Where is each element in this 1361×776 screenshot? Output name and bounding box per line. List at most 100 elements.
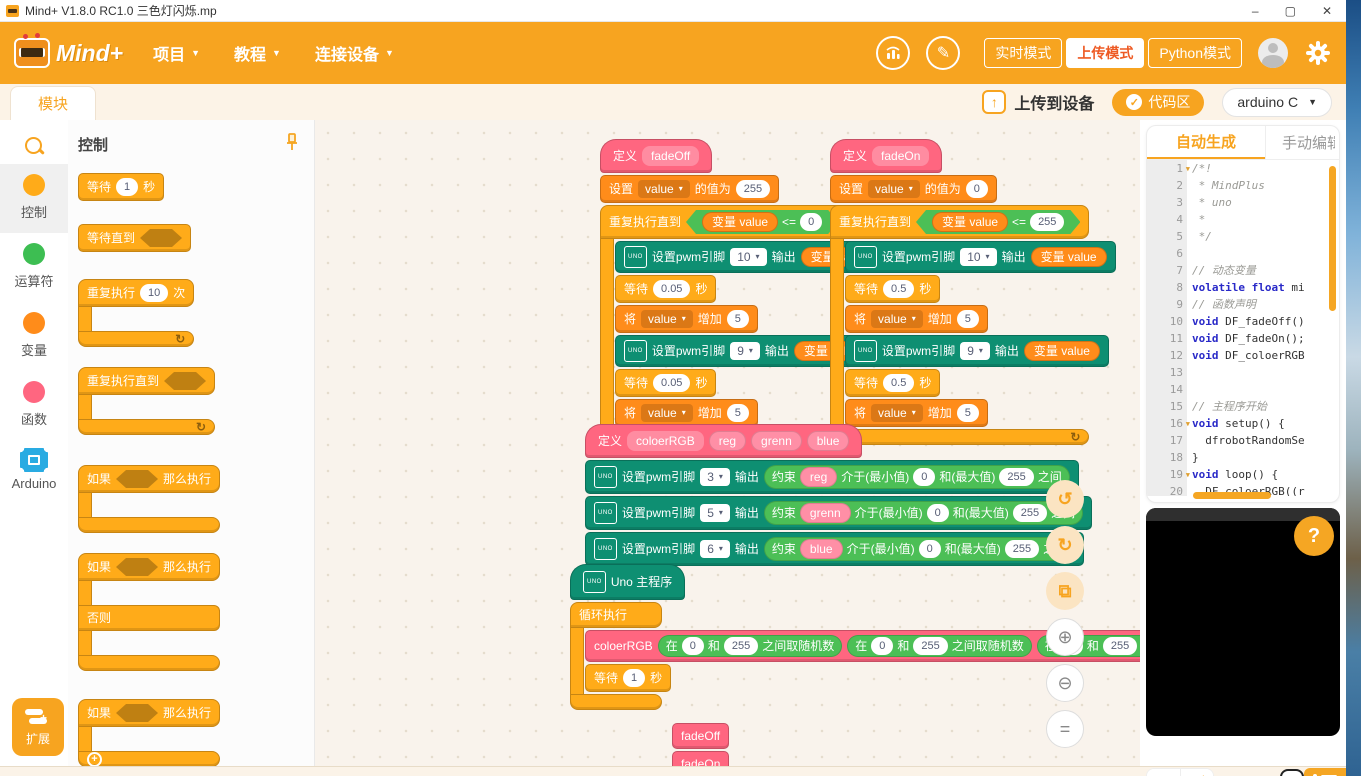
value-input[interactable]: 255: [1013, 504, 1047, 522]
c-block-foot[interactable]: ↻: [78, 331, 194, 347]
tab-manual-edit[interactable]: 手动编辑: [1265, 126, 1335, 159]
c-block-foot[interactable]: ↻: [78, 419, 215, 435]
tab-auto-generate[interactable]: 自动生成: [1147, 126, 1265, 159]
c-block[interactable]: 重复执行10次 ↻: [78, 279, 314, 347]
variable-oval[interactable]: 变量 value: [702, 212, 778, 232]
usb-disconnected-icon[interactable]: [1180, 769, 1213, 776]
value-input[interactable]: 255: [1030, 213, 1064, 231]
dropdown-value[interactable]: value▾: [871, 404, 923, 422]
value-input[interactable]: 255: [1005, 540, 1039, 558]
empty-condition-slot[interactable]: [140, 229, 182, 247]
dropdown-5[interactable]: 5▾: [700, 504, 730, 522]
c-block[interactable]: 如果那么执行 +: [78, 699, 314, 766]
dropdown-10[interactable]: 10▾: [730, 248, 766, 266]
hat-block[interactable]: 定义coloerRGBreggrennblue: [585, 424, 862, 458]
script-stack[interactable]: 定义fadeOn设置value▾的值为0重复执行直到变量 value<=255U…: [830, 138, 1116, 446]
value-input[interactable]: 1: [116, 178, 138, 196]
sidebar-item-variables[interactable]: 变量: [0, 302, 68, 371]
value-input[interactable]: 0: [966, 180, 988, 198]
script-stack[interactable]: 定义coloerRGBreggrennblueUNO设置pwm引脚3▾输出约束r…: [585, 423, 1092, 567]
c-block-head[interactable]: 如果那么执行: [78, 553, 220, 581]
extensions-button[interactable]: + 扩展: [12, 698, 64, 756]
undo-button[interactable]: ↺: [1046, 480, 1084, 518]
hat-block[interactable]: 定义fadeOn: [830, 139, 942, 173]
dropdown-9[interactable]: 9▾: [730, 342, 760, 360]
script-block[interactable]: 等待1秒: [78, 173, 164, 201]
operator-oval[interactable]: 约束reg介于(最小值)0和(最大值)255之间: [764, 465, 1070, 489]
value-input[interactable]: 1: [623, 669, 645, 687]
value-input[interactable]: 0.5: [883, 280, 914, 298]
screenshot-button[interactable]: ⧉: [1046, 572, 1084, 610]
empty-condition-slot[interactable]: [116, 704, 158, 722]
dropdown-value[interactable]: value▾: [641, 310, 693, 328]
dropdown-value[interactable]: value▾: [871, 310, 923, 328]
empty-condition-slot[interactable]: [164, 372, 206, 390]
script-block[interactable]: 等待1秒: [585, 664, 671, 692]
value-input[interactable]: 0.05: [653, 280, 690, 298]
condition-hexagon[interactable]: 变量 value<=0: [686, 210, 838, 234]
add-branch-icon[interactable]: +: [87, 752, 102, 767]
empty-condition-slot[interactable]: [116, 558, 158, 576]
mindplus-logo[interactable]: Mind+: [14, 38, 123, 68]
parameter-oval[interactable]: reg: [800, 467, 837, 487]
dropdown-value[interactable]: value▾: [638, 180, 690, 198]
c-block-head[interactable]: 重复执行10次: [78, 279, 194, 307]
variable-oval[interactable]: 变量 value: [1031, 247, 1107, 267]
help-button[interactable]: ?: [1294, 516, 1334, 556]
script-block[interactable]: fadeOn: [672, 751, 729, 766]
script-stack[interactable]: fadeOff fadeOn: [672, 722, 729, 766]
operator-oval[interactable]: 约束blue介于(最小值)0和(最大值)255之间: [764, 537, 1075, 561]
mode-Python模式[interactable]: Python模式: [1148, 38, 1242, 68]
script-block[interactable]: 等待0.5秒: [845, 275, 940, 303]
script-block[interactable]: 将value▾增加5: [615, 305, 758, 333]
script-block[interactable]: 等待0.05秒: [615, 275, 716, 303]
pin-icon[interactable]: [284, 132, 300, 157]
dropdown-value[interactable]: value▾: [868, 180, 920, 198]
script-block[interactable]: 等待直到: [78, 224, 191, 252]
script-block[interactable]: UNO设置pwm引脚6▾输出约束blue介于(最小值)0和(最大值)255之间: [585, 532, 1084, 566]
c-block-foot[interactable]: [570, 694, 662, 710]
parameter-oval[interactable]: blue: [807, 431, 850, 451]
value-input[interactable]: 255: [1103, 637, 1137, 655]
value-input[interactable]: 5: [957, 404, 979, 422]
horizontal-scrollbar[interactable]: [1193, 492, 1271, 499]
operator-oval[interactable]: 约束grenn介于(最小值)0和(最大值)255之间: [764, 501, 1083, 525]
value-input[interactable]: 10: [140, 284, 168, 302]
tab-modules[interactable]: 模块: [10, 86, 96, 120]
device-list-button[interactable]: [1304, 768, 1346, 776]
menu-项目[interactable]: 项目▼: [153, 41, 200, 65]
c-block-foot[interactable]: [78, 517, 220, 533]
value-input[interactable]: 0: [913, 468, 935, 486]
c-block-head[interactable]: 重复执行直到变量 value<=0: [600, 205, 847, 239]
dropdown-value[interactable]: value▾: [641, 404, 693, 422]
operator-oval[interactable]: 在0和255之间取随机数: [658, 635, 843, 657]
script-block[interactable]: UNO设置pwm引脚9▾输出变量 value: [845, 335, 1109, 367]
hat-block[interactable]: UNOUno 主程序: [570, 564, 685, 600]
vertical-scrollbar[interactable]: [1329, 166, 1336, 311]
c-block[interactable]: 如果那么执行: [78, 465, 314, 533]
theme-paintbrush-icon[interactable]: [1280, 769, 1304, 776]
examples-chart-icon[interactable]: [876, 36, 910, 70]
script-block[interactable]: fadeOff: [672, 723, 729, 749]
dropdown-3[interactable]: 3▾: [700, 468, 730, 486]
menu-连接设备[interactable]: 连接设备▼: [315, 41, 394, 65]
script-block[interactable]: UNO设置pwm引脚3▾输出约束reg介于(最小值)0和(最大值)255之间: [585, 460, 1079, 494]
code-editor[interactable]: 1▼2345678910111213141516▼171819▼2021 /*!…: [1147, 160, 1339, 496]
parameter-oval[interactable]: reg: [709, 431, 746, 451]
script-block[interactable]: 将value▾增加5: [845, 305, 988, 333]
edit-project-icon[interactable]: ✎: [926, 36, 960, 70]
dropdown-6[interactable]: 6▾: [700, 540, 730, 558]
mode-实时模式[interactable]: 实时模式: [984, 38, 1062, 68]
fold-arrow-icon[interactable]: ▼: [1186, 416, 1190, 433]
zoom-out-button[interactable]: ⊖: [1046, 664, 1084, 702]
c-block[interactable]: 重复执行直到变量 value<=255UNO设置pwm引脚10▾输出变量 val…: [830, 205, 1116, 445]
value-input[interactable]: 0: [927, 504, 949, 522]
c-block-head[interactable]: 如果那么执行: [78, 465, 220, 493]
c-block-head[interactable]: 如果那么执行: [78, 699, 220, 727]
dropdown-9[interactable]: 9▾: [960, 342, 990, 360]
script-block[interactable]: 等待0.5秒: [845, 369, 940, 397]
settings-gear-icon[interactable]: [1304, 39, 1332, 67]
value-input[interactable]: 5: [727, 310, 749, 328]
value-input[interactable]: 255: [736, 180, 770, 198]
script-block[interactable]: 设置value▾的值为0: [830, 175, 997, 203]
